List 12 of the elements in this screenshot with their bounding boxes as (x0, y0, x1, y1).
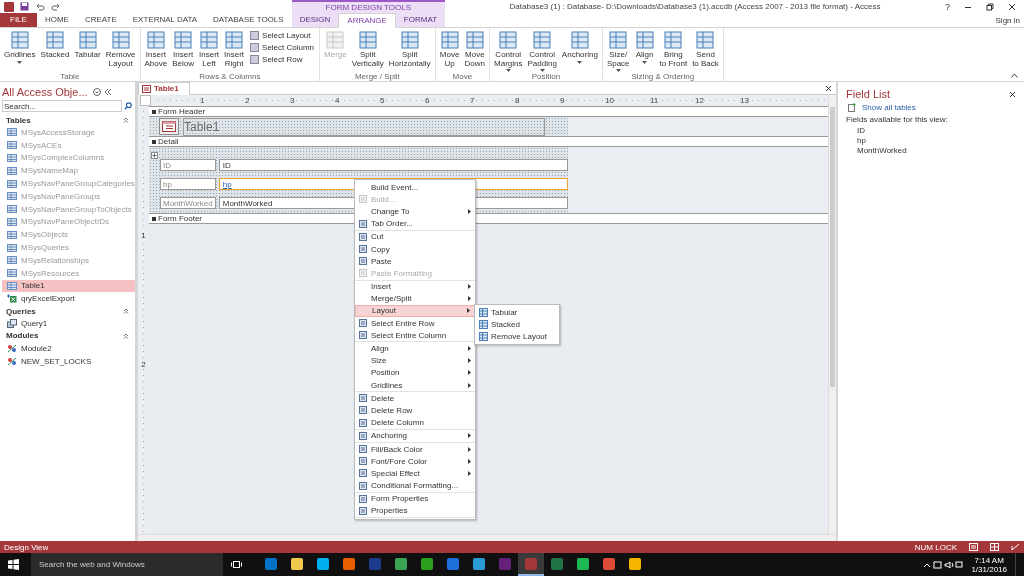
window-title: Database3 (1) : Database- D:\Downloads\Database3 (1).accdb (Access 2007 - 2013 file format) - Access (508, 2, 882, 11)
field-list-caption: Fields available for this view: (846, 115, 949, 124)
ribbon-group-label: Move (451, 72, 474, 81)
ribbon-group-label: Table (59, 72, 81, 81)
contextual-tab-header: FORM DESIGN TOOLS (291, 0, 446, 13)
status-view-text: Design View (4, 542, 49, 552)
ribbon-group-label: Position (530, 72, 562, 81)
ribbon-group-label: Merge / Split (353, 72, 401, 81)
num-lock-indicator: NUM LOCK (914, 542, 957, 552)
field-list-title: Field List (846, 88, 891, 100)
ribbon-group-label: Sizing & Ordering (630, 72, 696, 81)
ribbon-group-label: Rows & Columns (198, 72, 262, 81)
